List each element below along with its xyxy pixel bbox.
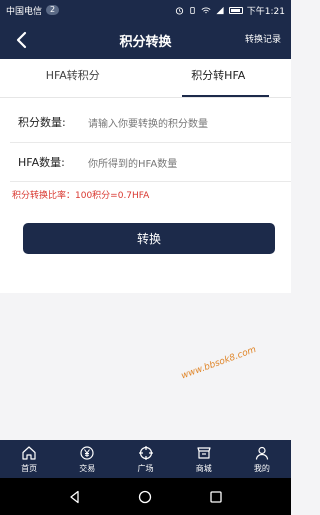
carrier-name: 中国电信 (6, 6, 43, 17)
status-left: 中国电信 2 (6, 4, 60, 17)
back-triangle-icon[interactable] (67, 489, 83, 505)
hfa-row: HFA数量: 你所得到的HFA数量 (0, 143, 291, 181)
hfa-label: HFA数量: (18, 156, 65, 169)
watermark: www.bbsok8.com (180, 344, 258, 382)
tab-points-to-hfa[interactable]: 积分转HFA (146, 59, 292, 97)
points-label: 积分数量: (18, 116, 66, 129)
tab-bar-label: 商城 (195, 463, 212, 473)
tab-hfa-to-points[interactable]: HFA转积分 (0, 59, 146, 97)
battery-icon (228, 6, 243, 14)
tab-bar-item-trade[interactable]: 交易 (58, 440, 116, 478)
signal-icon (216, 6, 224, 14)
app-header: 积分转换 转换记录 (0, 20, 291, 59)
tab-bar-label: 广场 (137, 463, 154, 473)
conversion-form: 积分数量: 请输入你要转换的积分数量 HFA数量: 你所得到的HFA数量 积分转… (0, 98, 291, 293)
recents-square-icon[interactable] (208, 489, 224, 505)
tab-strip: HFA转积分 积分转HFA (0, 59, 291, 98)
convert-button[interactable]: 转换 (23, 223, 275, 254)
home-icon (22, 445, 36, 460)
tab-bar-item-profile[interactable]: 我的 (233, 440, 291, 478)
status-bar: 中国电信 2 下午1:21 (0, 0, 291, 20)
status-time: 下午1:21 (246, 6, 285, 17)
conversion-history-link[interactable]: 转换记录 (245, 32, 281, 45)
tab-bar-label: 首页 (21, 463, 38, 473)
tab-bar-label: 交易 (79, 463, 96, 473)
system-nav-bar (0, 478, 291, 515)
wifi-icon (201, 7, 211, 13)
hfa-input[interactable]: 你所得到的HFA数量 (88, 155, 177, 170)
store-icon (197, 446, 211, 459)
user-icon (255, 446, 269, 460)
notification-badge: 2 (46, 5, 60, 15)
tab-bar-item-square[interactable]: 广场 (116, 440, 174, 478)
yen-coin-icon (80, 445, 94, 460)
tab-bar-item-mall[interactable]: 商城 (175, 440, 233, 478)
form-divider (10, 181, 291, 182)
conversion-rate-text: 积分转换比率：100积分=0.7HFA (12, 191, 150, 201)
vibrate-icon (190, 6, 195, 14)
tab-bar-label: 我的 (253, 463, 270, 473)
crosshair-icon (138, 445, 153, 460)
points-input[interactable]: 请输入你要转换的积分数量 (88, 115, 208, 130)
points-row: 积分数量: 请输入你要转换的积分数量 (0, 103, 291, 141)
bottom-tab-bar: 首页 交易 广场 商城 我的 (0, 440, 291, 478)
status-right: 下午1:21 (175, 4, 285, 17)
tab-bar-item-home[interactable]: 首页 (0, 440, 58, 478)
home-circle-icon[interactable] (137, 489, 153, 505)
alarm-icon (175, 6, 183, 15)
